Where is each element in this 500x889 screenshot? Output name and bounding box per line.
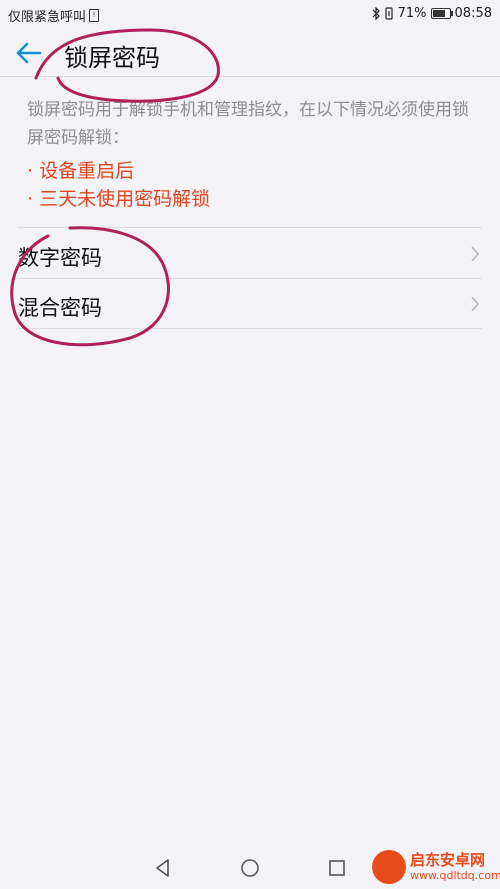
chevron-right-icon [471, 296, 480, 312]
list-divider [18, 328, 482, 329]
battery-percent: 71% [397, 6, 427, 21]
page-title: 锁屏密码 [64, 44, 160, 72]
option-numeric-password[interactable]: 数字密码 [0, 229, 500, 279]
battery-icon [430, 8, 453, 19]
vibrate-icon [385, 7, 393, 20]
option-mixed-password[interactable]: 混合密码 [0, 279, 500, 329]
bluetooth-icon [372, 7, 380, 20]
watermark-name: 启东安卓网 [410, 851, 486, 869]
recents-square-icon[interactable] [326, 857, 348, 879]
watermark-logo-icon [372, 850, 406, 884]
description-text: 锁屏密码用于解锁手机和管理指纹，在以下情况必须使用锁屏密码解锁： [27, 100, 469, 148]
status-right: 71% 08:58 [372, 6, 492, 21]
condition-restart: · 设备重启后 [27, 160, 135, 182]
status-left: 仅限紧急呼叫 ! [8, 6, 100, 25]
status-bar: 仅限紧急呼叫 ! 71% 08:58 [0, 0, 500, 28]
watermark-url: www.qdltdq.com [410, 869, 500, 882]
header-divider [0, 76, 500, 77]
condition-three-days: · 三天未使用密码解锁 [27, 188, 211, 210]
chevron-right-icon [471, 246, 480, 262]
title-bar: 锁屏密码 [0, 28, 500, 78]
option-label: 数字密码 [18, 246, 102, 270]
option-label: 混合密码 [18, 296, 102, 320]
back-arrow-icon[interactable] [14, 40, 44, 66]
home-circle-icon[interactable] [239, 857, 261, 879]
watermark: 启东安卓网 www.qdltdq.com [372, 848, 500, 888]
sim-card-icon: ! [89, 9, 100, 22]
carrier-text: 仅限紧急呼叫 [8, 10, 87, 25]
back-triangle-icon[interactable] [152, 857, 174, 879]
list-divider [18, 227, 482, 228]
clock: 08:58 [454, 6, 492, 21]
